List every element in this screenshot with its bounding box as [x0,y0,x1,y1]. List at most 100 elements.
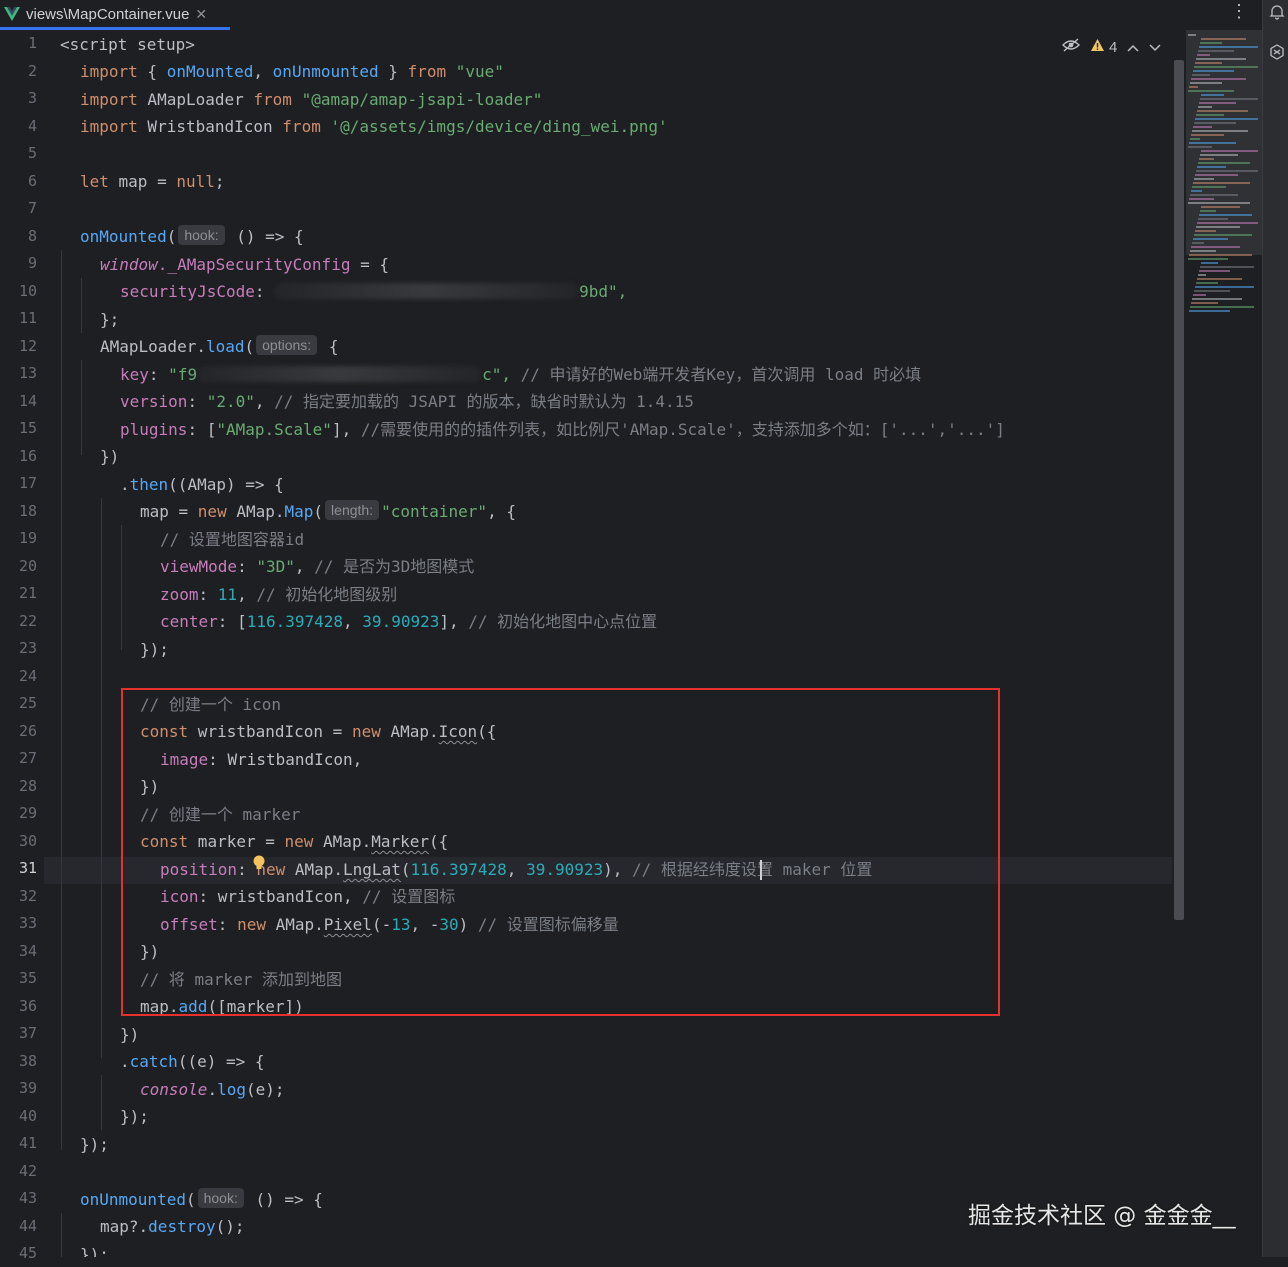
code-editor[interactable]: <script setup> import { onMounted, onUnm… [44,30,1172,1257]
redacted-key [197,366,483,382]
minimap-line [1191,246,1240,248]
eye-off-icon[interactable] [1062,38,1080,56]
minimap-line [1201,94,1224,96]
line-number: 43 [18,1189,37,1207]
minimap-line [1191,134,1224,136]
line-number: 37 [18,1024,37,1042]
line-number: 13 [18,364,37,382]
code-line-37: }) [120,1025,140,1044]
vue-logo-icon [4,6,20,22]
code-line-35: // 将 marker 添加到地图 [140,970,342,989]
code-line-25: // 创建一个 icon [140,695,282,714]
minimap-line [1199,214,1252,216]
code-line-9: window._AMapSecurityConfig = { [100,255,389,274]
minimap-line [1193,70,1234,72]
code-line-16: }) [100,447,120,466]
minimap-line [1189,86,1198,88]
line-number: 7 [27,199,37,217]
code-line-23: }); [140,640,169,659]
lightbulb-icon[interactable] [252,855,266,873]
code-line-39: console.log(e); [140,1080,285,1099]
code-line-19: // 设置地图容器id [160,530,305,549]
minimap-line [1198,218,1228,220]
tab-mapcontainer[interactable]: views\MapContainer.vue ✕ [0,0,230,28]
minimap-line [1194,290,1230,292]
line-number: 4 [27,116,37,135]
minimap-line [1200,42,1222,44]
minimap-line [1201,150,1258,152]
minimap-line [1196,170,1258,172]
minimap-line [1191,302,1218,304]
close-icon[interactable]: ✕ [195,6,207,23]
code-line-33: offset: new AMap.Pixel(-13, -30) // 设置图标… [160,915,619,934]
minimap-line [1193,126,1212,128]
right-tool-strip [1262,0,1288,1257]
line-number: 32 [18,886,37,905]
line-number: 26 [18,721,37,740]
text-caret [760,860,762,880]
line-number: 6 [27,171,37,190]
more-options-icon[interactable]: ⋮ [1230,0,1248,24]
minimap-line [1201,206,1240,208]
minimap-line [1201,262,1218,264]
code-line-6: let map = null; [80,172,225,191]
line-number: 41 [18,1134,37,1152]
minimap-line [1189,198,1214,200]
code-line-12: AMapLoader.load(options: { [100,335,339,356]
code-line-11: }; [100,310,120,329]
code-line-3: import AMapLoader from "@amap/amap-jsapi… [80,90,543,109]
minimap-line [1194,122,1236,124]
line-number: 33 [18,914,37,932]
line-number: 29 [18,804,37,822]
indent-guide [121,855,122,955]
code-line-32: icon: wristbandIcon, // 设置图标 [160,887,456,906]
code-line-38: .catch((e) => { [120,1052,265,1071]
line-number: 24 [18,666,37,685]
minimap-line [1194,234,1252,236]
code-line-14: version: "2.0", // 指定要加载的 JSAPI 的版本，缺省时默… [120,392,694,411]
code-line-29: // 创建一个 marker [140,805,301,824]
line-number: 18 [18,501,37,520]
vertical-scrollbar[interactable] [1174,60,1184,920]
indent-guide [81,278,82,333]
minimap-line [1200,266,1254,268]
line-number: 2 [27,61,37,80]
line-number: 28 [18,776,37,795]
chevron-down-icon[interactable] [1149,39,1161,56]
minimap-line [1188,146,1212,148]
line-number: 31 [18,859,37,877]
line-number: 34 [18,941,37,960]
parameter-hint: hook: [178,225,225,245]
line-number: 16 [18,446,37,465]
warning-counter[interactable]: 4 [1090,38,1117,56]
parameter-hint: options: [256,335,318,355]
line-number: 27 [18,749,37,767]
line-number: 35 [18,969,37,987]
code-line-2: import { onMounted, onUnmounted } from "… [80,62,504,81]
indent-guide [121,745,122,780]
minimap-line [1194,178,1214,180]
minimap-line [1193,294,1206,296]
indent-guide [61,1213,62,1257]
minimap-line [1199,46,1258,48]
chevron-up-icon[interactable] [1127,39,1139,56]
minimap-line [1199,270,1230,272]
minimap-line [1199,158,1214,160]
minimap-line [1196,114,1224,116]
minimap-line [1192,186,1226,188]
line-number: 9 [27,254,37,272]
line-number: 38 [18,1051,37,1070]
parameter-hint: hook: [197,1188,244,1208]
line-number: 36 [18,996,37,1015]
line-number: 3 [27,89,37,107]
minimap-line [1193,182,1250,184]
code-line-15: plugins: ["AMap.Scale"], //需要使用的的插件列表，如比… [120,420,1005,439]
minimap-line [1195,174,1238,176]
inspection-widget: 4 [1062,36,1161,58]
minimap-line [1197,110,1248,112]
minimap-line [1192,298,1242,300]
ai-assistant-icon[interactable] [1269,44,1285,60]
code-minimap[interactable] [1186,30,1262,320]
code-line-18: map = new AMap.Map(length: "container", { [140,500,516,521]
notifications-icon[interactable] [1269,4,1285,20]
